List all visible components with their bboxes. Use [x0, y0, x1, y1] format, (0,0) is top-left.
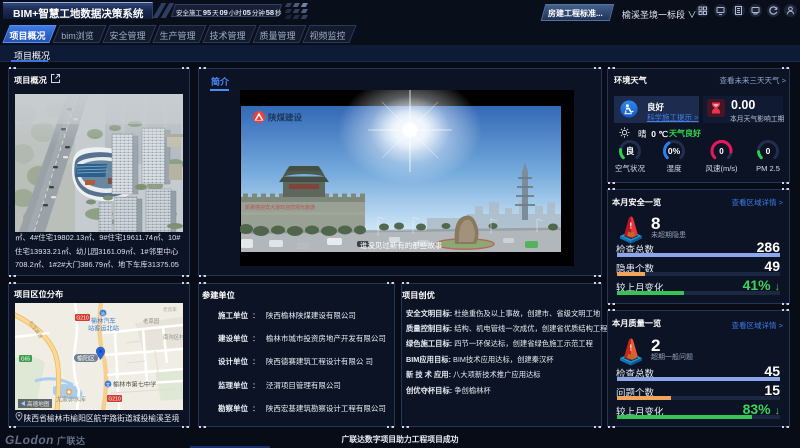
svg-text:榆阳区: 榆阳区 [77, 355, 95, 363]
svg-text:榆林汽车: 榆林汽车 [91, 317, 116, 325]
svg-text:站: 站 [101, 310, 105, 316]
svg-text:G65: G65 [21, 357, 31, 363]
svg-text:空气状况: 空气状况 [615, 163, 645, 173]
svg-text:榆林市第七中学: 榆林市第七中学 [113, 381, 156, 389]
svg-text:湿度: 湿度 [667, 163, 682, 173]
svg-text:文: 文 [106, 381, 111, 388]
svg-text:G210: G210 [76, 316, 88, 322]
svg-text:!: ! [629, 221, 632, 231]
svg-text:!: ! [629, 343, 632, 353]
svg-text:老宽家: 老宽家 [163, 306, 177, 313]
svg-text:南沟区村: 南沟区村 [163, 333, 183, 341]
svg-text:站客运北站: 站客运北站 [88, 325, 119, 333]
svg-text:凯歌楼迎宾大道欢迎您观光旅游: 凯歌楼迎宾大道欢迎您观光旅游 [245, 204, 315, 211]
svg-text:尤家峁水库: 尤家峁水库 [56, 396, 86, 404]
svg-text:老草园: 老草园 [143, 317, 159, 325]
svg-text:0%: 0% [668, 146, 681, 156]
svg-text:PM 2.5: PM 2.5 [756, 164, 780, 173]
svg-text:陕煤建设: 陕煤建设 [268, 113, 303, 123]
svg-text:高德地图: 高德地图 [27, 400, 50, 408]
svg-text:良: 良 [626, 146, 635, 156]
svg-text:G210: G210 [108, 397, 120, 403]
svg-text:谁没见过斯有的那些故事: 谁没见过斯有的那些故事 [360, 240, 443, 250]
svg-text:0: 0 [766, 146, 771, 156]
svg-text:风速(m/s): 风速(m/s) [705, 164, 738, 173]
svg-text:0: 0 [719, 147, 724, 156]
